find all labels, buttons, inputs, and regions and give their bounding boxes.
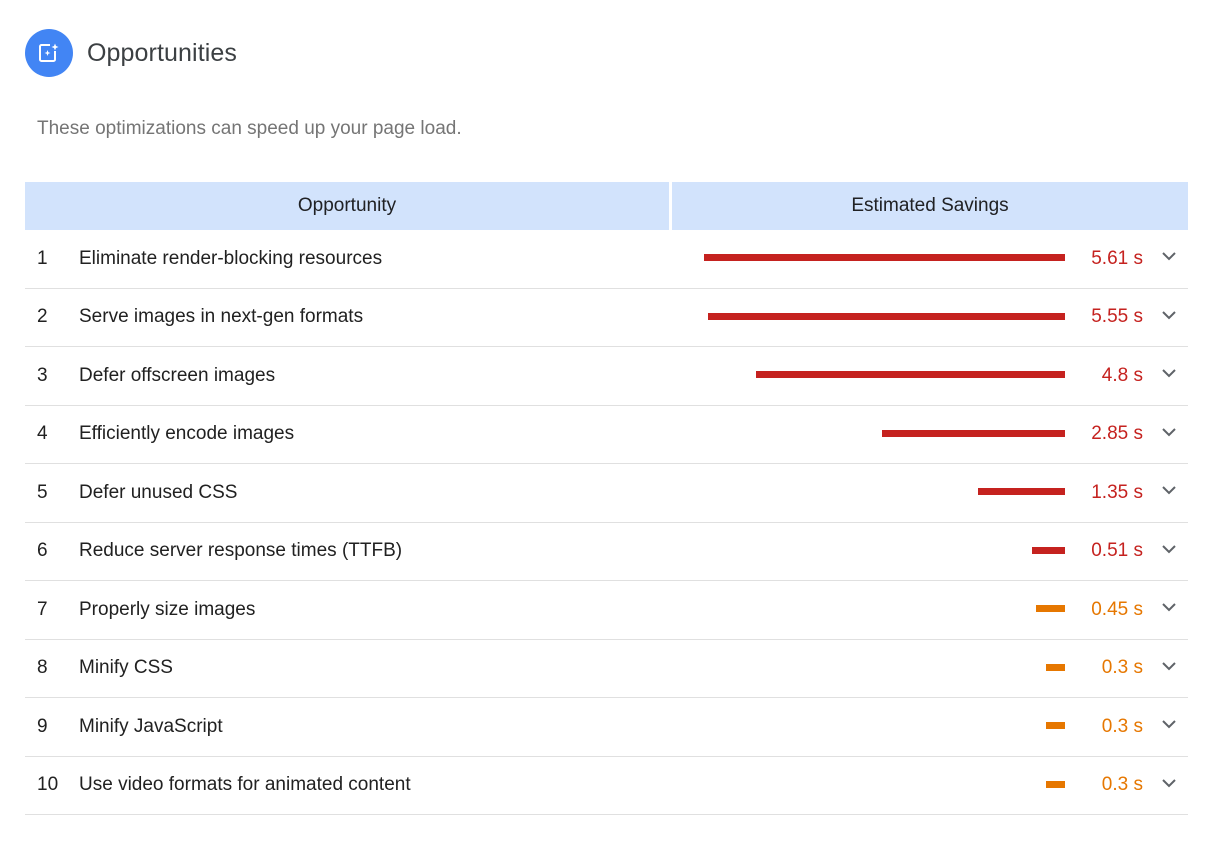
chevron-down-icon[interactable] bbox=[1160, 482, 1178, 500]
row-index: 1 bbox=[37, 247, 48, 269]
chevron-down-icon[interactable] bbox=[1160, 248, 1178, 266]
savings-bar bbox=[1036, 605, 1065, 612]
row-index: 10 bbox=[37, 774, 59, 796]
savings-value: 5.55 s bbox=[1091, 306, 1143, 328]
row-index: 8 bbox=[37, 657, 48, 679]
table-row[interactable]: 8 Minify CSS 0.3 s bbox=[25, 640, 1188, 698]
savings-bar bbox=[704, 254, 1065, 261]
row-title: Use video formats for animated content bbox=[79, 774, 411, 796]
savings-value: 2.85 s bbox=[1091, 423, 1143, 445]
table-header: Opportunity Estimated Savings bbox=[25, 182, 1188, 230]
chevron-down-icon[interactable] bbox=[1160, 599, 1178, 617]
opportunities-table: Opportunity Estimated Savings 1 Eliminate… bbox=[25, 182, 1188, 815]
savings-value: 5.61 s bbox=[1091, 247, 1143, 269]
section-header: Opportunities bbox=[25, 29, 237, 77]
section-title: Opportunities bbox=[87, 38, 237, 67]
chevron-down-icon[interactable] bbox=[1160, 540, 1178, 558]
savings-value: 0.51 s bbox=[1091, 540, 1143, 562]
savings-value: 0.45 s bbox=[1091, 598, 1143, 620]
column-header-savings: Estimated Savings bbox=[672, 182, 1188, 230]
table-row[interactable]: 4 Efficiently encode images 2.85 s bbox=[25, 406, 1188, 464]
savings-bar bbox=[1046, 663, 1065, 671]
row-index: 6 bbox=[37, 540, 48, 562]
table-row[interactable]: 9 Minify JavaScript 0.3 s bbox=[25, 698, 1188, 757]
row-title: Serve images in next-gen formats bbox=[79, 306, 364, 328]
table-row[interactable]: 10 Use video formats for animated content… bbox=[25, 757, 1188, 815]
table-body: 1 Eliminate render-blocking resources 5.61… bbox=[25, 230, 1188, 815]
savings-bar bbox=[882, 429, 1065, 437]
table-row[interactable]: 1 Eliminate render-blocking resources 5.61… bbox=[25, 230, 1188, 289]
column-header-opportunity: Opportunity bbox=[25, 182, 669, 230]
savings-value: 0.3 s bbox=[1101, 657, 1143, 679]
savings-bar bbox=[1046, 780, 1065, 788]
row-index: 7 bbox=[37, 598, 48, 620]
section-description: These optimizations can speed up your pa… bbox=[37, 118, 462, 139]
row-title: Minify JavaScript bbox=[79, 715, 223, 737]
row-title: Eliminate render-blocking resources bbox=[79, 247, 383, 269]
table-row[interactable]: 3 Defer offscreen images 4.8 s bbox=[25, 347, 1188, 406]
table-row[interactable]: 7 Properly size images 0.45 s bbox=[25, 581, 1188, 640]
savings-value: 4.8 s bbox=[1101, 364, 1143, 386]
opportunities-section: Opportunities These optimizations can sp… bbox=[0, 0, 1220, 841]
row-title: Efficiently encode images bbox=[79, 423, 295, 445]
savings-value: 0.3 s bbox=[1101, 715, 1143, 737]
chevron-down-icon[interactable] bbox=[1160, 306, 1178, 324]
row-index: 2 bbox=[37, 306, 48, 328]
row-title: Defer unused CSS bbox=[79, 481, 238, 503]
row-index: 4 bbox=[37, 423, 48, 445]
chevron-down-icon[interactable] bbox=[1160, 423, 1178, 441]
row-title: Properly size images bbox=[79, 598, 256, 620]
savings-bar bbox=[708, 312, 1065, 320]
savings-value: 0.3 s bbox=[1101, 774, 1143, 796]
savings-bar bbox=[978, 488, 1065, 495]
chevron-down-icon[interactable] bbox=[1160, 716, 1178, 734]
chevron-down-icon[interactable] bbox=[1160, 365, 1178, 383]
table-row[interactable]: 5 Defer unused CSS 1.35 s bbox=[25, 464, 1188, 523]
row-title: Minify CSS bbox=[79, 657, 173, 679]
chevron-down-icon[interactable] bbox=[1160, 657, 1178, 675]
row-title: Reduce server response times (TTFB) bbox=[79, 540, 403, 562]
row-index: 5 bbox=[37, 481, 48, 503]
row-index: 3 bbox=[37, 364, 48, 386]
table-row[interactable]: 6 Reduce server response times (TTFB) 0.51… bbox=[25, 523, 1188, 581]
chevron-down-icon[interactable] bbox=[1160, 774, 1178, 792]
savings-bar bbox=[756, 371, 1065, 378]
savings-value: 1.35 s bbox=[1091, 481, 1143, 503]
table-row[interactable]: 2 Serve images in next-gen formats 5.55 s bbox=[25, 289, 1188, 347]
row-index: 9 bbox=[37, 715, 48, 737]
savings-bar bbox=[1032, 546, 1065, 554]
opportunity-icon bbox=[25, 29, 73, 77]
savings-bar bbox=[1046, 722, 1065, 729]
row-title: Defer offscreen images bbox=[79, 364, 276, 386]
